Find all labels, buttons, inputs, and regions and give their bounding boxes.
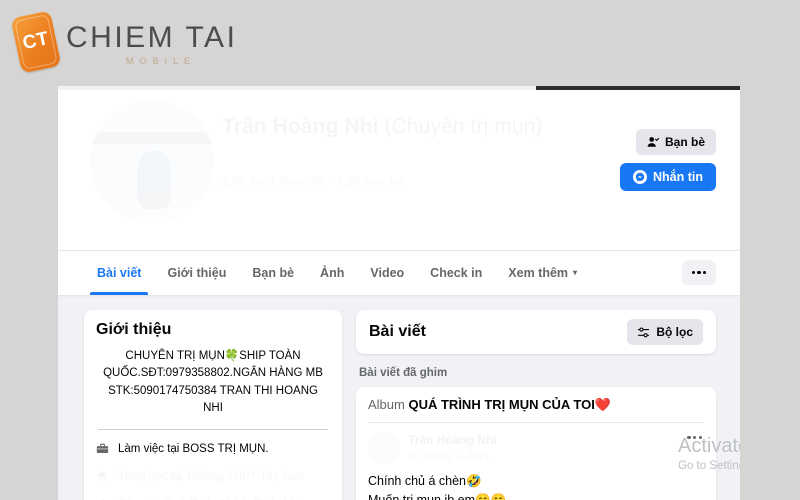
posts-header-card: Bài viết Bộ lọc: [356, 310, 716, 354]
briefcase-icon: [96, 442, 109, 455]
tab-label: Bài viết: [97, 266, 142, 280]
tab-ban-be[interactable]: Bạn bè: [239, 251, 307, 295]
intro-row-label: Làm việc tại BOSS TRỊ MỤN.: [118, 443, 269, 455]
tab-gioi-thieu[interactable]: Giới thiệu: [154, 251, 239, 295]
tab-check-in[interactable]: Check in: [417, 251, 495, 295]
intro-row-label: Sống tại Bình Định, Nghĩa Bình, Vietnam: [118, 496, 326, 500]
tab-video[interactable]: Video: [357, 251, 417, 295]
sliders-icon: [637, 326, 650, 339]
post-author-name: Trần Hoàng Nhi: [408, 433, 497, 447]
profile-name-secondary: (Chuyên trị mụn): [385, 115, 543, 138]
friends-button-label: Bạn bè: [664, 135, 705, 149]
avatar[interactable]: [90, 99, 214, 223]
message-button[interactable]: Nhắn tin: [620, 163, 716, 191]
post-author-avatar[interactable]: [368, 432, 400, 465]
profile-header: Trần Hoàng Nhi (Chuyên trị mụn) 2,9K lượ…: [58, 90, 740, 250]
posts-title: Bài viết: [369, 323, 426, 340]
messenger-icon: [633, 170, 647, 184]
profile-tabs: Bài viết Giới thiệu Bạn bè Ảnh Video Che…: [84, 251, 590, 295]
tab-label: Giới thiệu: [167, 266, 227, 280]
profile-name-primary: Trần Hoàng Nhi: [222, 115, 379, 138]
ellipsis-icon: [687, 436, 691, 440]
right-column: Bài viết Bộ lọc Bài viết đã ghim Album Q…: [356, 310, 716, 500]
album-prefix: Album: [368, 397, 405, 412]
intro-title: Giới thiệu: [96, 321, 172, 338]
tab-label: Ảnh: [320, 266, 345, 280]
ellipsis-icon: [691, 270, 695, 275]
divider: [98, 429, 328, 430]
pinned-post-card: Album QUÁ TRÌNH TRỊ MỤN CỦA TOI❤️ Trần H…: [356, 387, 716, 500]
tab-anh[interactable]: Ảnh: [307, 251, 357, 295]
chevron-down-icon: ▾: [573, 268, 578, 277]
album-header[interactable]: Album QUÁ TRÌNH TRỊ MỤN CỦA TOI❤️: [368, 397, 704, 423]
user-check-icon: [647, 136, 659, 148]
nav-more-button[interactable]: [682, 260, 716, 285]
post-body-line: Chính chủ á chèn🤣: [368, 473, 482, 488]
intro-row-education[interactable]: Từng học tại Trường THPT Tây Sơn: [96, 469, 330, 486]
tab-label: Check in: [430, 266, 483, 280]
post-timestamp: 28 Tháng 1, 2021: [408, 450, 491, 463]
post-author-row: Trần Hoàng Nhi 28 Tháng 1, 2021: [368, 423, 704, 469]
tab-xem-them[interactable]: Xem thêm ▾: [495, 251, 590, 295]
profile-nav: Bài viết Giới thiệu Bạn bè Ảnh Video Che…: [58, 250, 740, 295]
browser-viewport: Trần Hoàng Nhi (Chuyên trị mụn) 2,9K lượ…: [58, 86, 740, 500]
profile-meta: 2,9K lượt theo dõi · 1,2K bạn bè: [222, 174, 403, 188]
tab-bai-viet[interactable]: Bài viết: [84, 251, 154, 295]
intro-row-location[interactable]: Sống tại Bình Định, Nghĩa Bình, Vietnam: [96, 496, 330, 500]
site-logo: CT CHIEM TAI MOBILE: [8, 8, 268, 80]
pinned-post-label: Bài viết đã ghim: [359, 367, 448, 379]
left-column: Giới thiệu CHUYÊN TRỊ MỤN🍀SHIP TOÀN QUỐC…: [84, 310, 342, 500]
intro-card: Giới thiệu CHUYÊN TRỊ MỤN🍀SHIP TOÀN QUỐC…: [84, 310, 342, 500]
tab-label: Video: [370, 266, 405, 280]
tab-label: Xem thêm: [508, 266, 569, 280]
profile-content: Giới thiệu CHUYÊN TRỊ MỤN🍀SHIP TOÀN QUỐC…: [58, 294, 740, 500]
logo-wordmark: CHIEM TAI: [66, 21, 238, 54]
message-button-label: Nhắn tin: [653, 170, 703, 184]
graduation-cap-icon: [96, 470, 109, 483]
page-title: Trần Hoàng Nhi (Chuyên trị mụn): [222, 113, 562, 142]
filter-button-label: Bộ lọc: [656, 325, 693, 339]
intro-bio: CHUYÊN TRỊ MỤN🍀SHIP TOÀN QUỐC.SĐT:097935…: [103, 350, 323, 414]
filter-button[interactable]: Bộ lọc: [627, 319, 703, 345]
post-body: Chính chủ á chèn🤣 Muốn trị mụn ib em😁😁 Q…: [368, 469, 704, 500]
tab-label: Bạn bè: [252, 266, 295, 280]
page-gutter: [740, 0, 800, 500]
logo-phone-icon: CT: [10, 10, 62, 74]
album-title: QUÁ TRÌNH TRỊ MỤN CỦA TOI❤️: [408, 397, 611, 412]
logo-tagline: MOBILE: [126, 56, 197, 66]
post-body-line: Muốn trị mụn ib em😁😁: [368, 492, 507, 500]
post-menu-button[interactable]: [687, 436, 702, 440]
intro-row-label: Từng học tại Trường THPT Tây Sơn: [118, 469, 304, 486]
friends-button[interactable]: Bạn bè: [635, 129, 716, 155]
intro-row-work[interactable]: Làm việc tại BOSS TRỊ MỤN.: [96, 441, 330, 458]
